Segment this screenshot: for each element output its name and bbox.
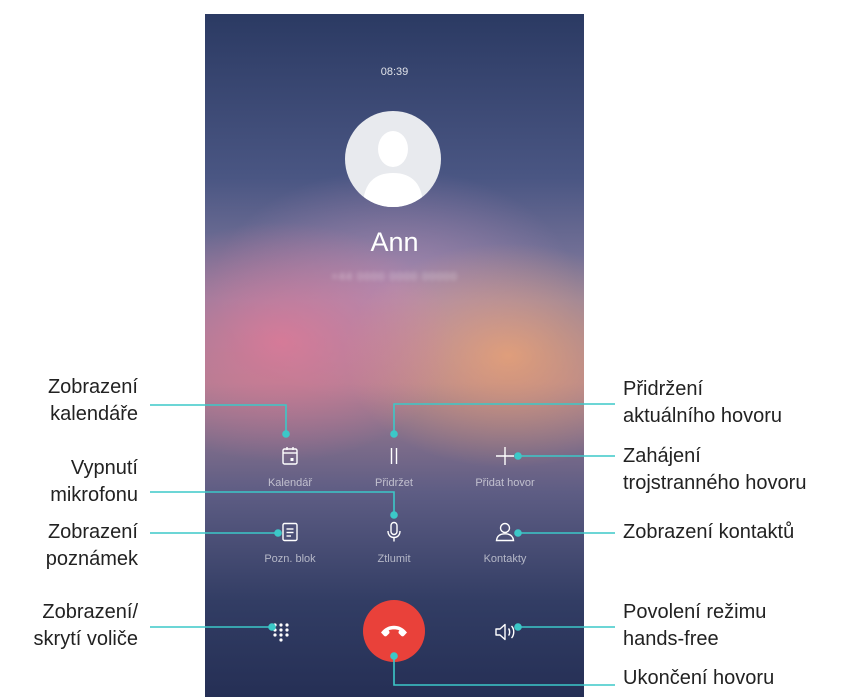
- mute-button[interactable]: Ztlumit: [344, 520, 444, 576]
- calendar-label: Kalendář: [267, 477, 313, 489]
- hold-button[interactable]: Přidržet: [344, 444, 444, 500]
- dialpad-icon: [273, 623, 289, 642]
- speaker-icon: [495, 623, 515, 641]
- callout-calendar: Zobrazení kalendáře: [47, 376, 138, 425]
- callout-contacts: Zobrazení kontaktů: [623, 521, 795, 543]
- callout-notes: Zobrazení poznámek: [45, 521, 138, 570]
- contacts-label: Kontakty: [483, 553, 527, 565]
- speaker-button[interactable]: [489, 615, 523, 649]
- add-call-label: Přidat hovor: [475, 477, 535, 489]
- end-call-button[interactable]: [363, 600, 425, 662]
- callout-add-call: Zahájení trojstranného hovoru: [623, 445, 807, 494]
- call-screen: 08:39 Ann +44 0000 0000 00000 Kalendář P…: [205, 14, 584, 697]
- status-time: 08:39: [380, 66, 409, 78]
- callout-dialpad: Zobrazení/ skrytí voliče: [33, 601, 138, 650]
- phone-hangup-icon: [381, 625, 407, 637]
- microphone-icon: [387, 521, 401, 542]
- contact-name: Ann: [370, 227, 419, 257]
- calendar-icon: [282, 447, 298, 465]
- plus-icon: [496, 447, 514, 465]
- pause-icon: [390, 448, 398, 464]
- person-icon: [495, 522, 515, 542]
- dialpad-button[interactable]: [264, 615, 298, 649]
- notepad-label: Pozn. blok: [264, 553, 316, 565]
- add-call-button[interactable]: Přidat hovor: [455, 444, 555, 500]
- person-silhouette-icon: [363, 131, 423, 207]
- mute-label: Ztlumit: [377, 553, 411, 565]
- callout-end-call: Ukončení hovoru: [623, 667, 775, 689]
- calendar-button[interactable]: Kalendář: [240, 444, 340, 500]
- hold-label: Přidržet: [375, 477, 413, 489]
- callout-speaker: Povolení režimu hands-free: [623, 601, 767, 650]
- contact-avatar: [345, 111, 441, 207]
- notepad-button[interactable]: Pozn. blok: [240, 520, 340, 576]
- contact-number: +44 0000 0000 00000: [331, 271, 458, 283]
- callout-mute: Vypnutí mikrofonu: [50, 457, 138, 506]
- contacts-button[interactable]: Kontakty: [455, 520, 555, 576]
- callout-hold: Přidržení aktuálního hovoru: [623, 378, 783, 427]
- note-icon: [282, 522, 298, 542]
